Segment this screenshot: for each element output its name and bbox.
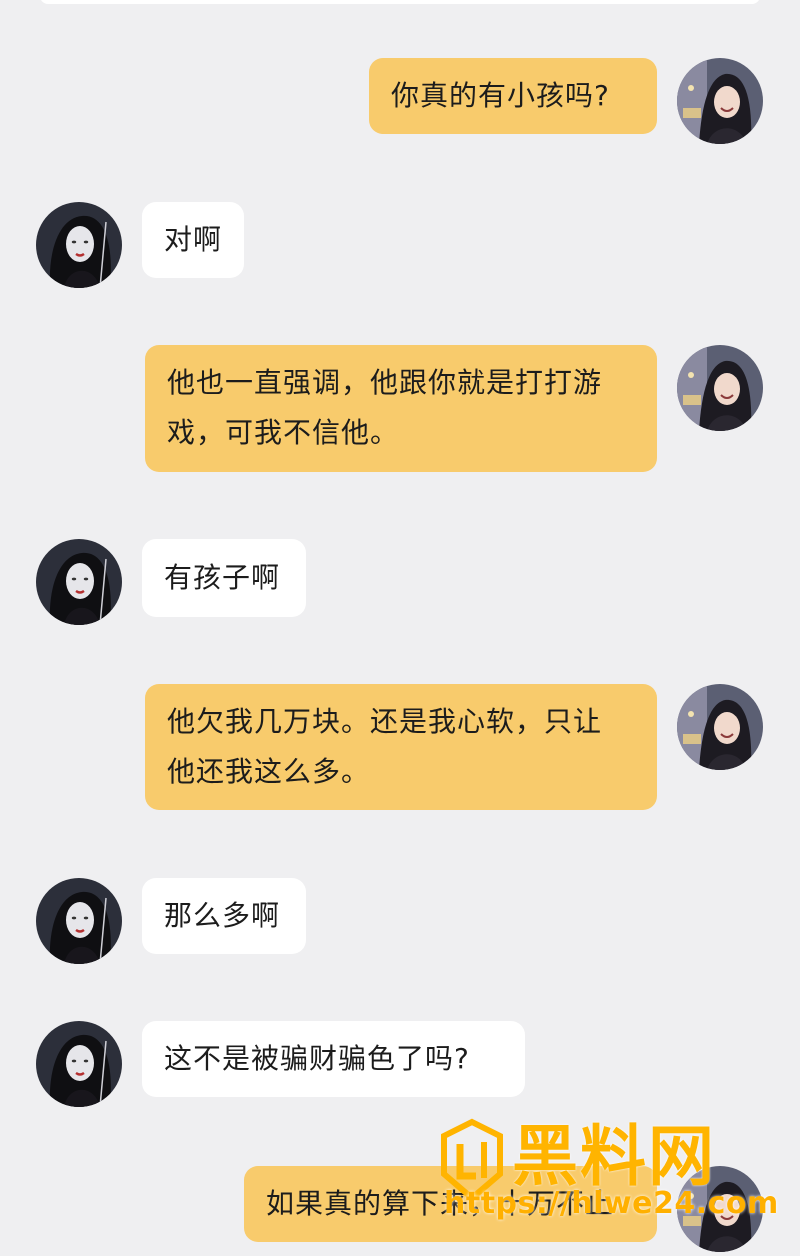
my-message-bubble[interactable]: 如果真的算下来，十万不止 <box>244 1166 657 1242</box>
contact-avatar[interactable] <box>36 878 122 964</box>
message-text-line: 那么多啊 <box>164 899 281 932</box>
message-text-line: 对啊 <box>164 223 223 256</box>
contact-message-bubble[interactable]: 有孩子啊 <box>142 539 306 617</box>
my-avatar[interactable] <box>677 684 763 770</box>
message-text-line: 戏，可我不信他。 <box>167 416 400 449</box>
message-text-line: 他欠我几万块。还是我心软，只让 <box>167 705 603 738</box>
message-text-line: 如果真的算下来，十万不止 <box>266 1187 615 1220</box>
contact-avatar[interactable] <box>36 202 122 288</box>
message-text-line: 他也一直强调，他跟你就是打打游 <box>167 366 603 399</box>
contact-avatar[interactable] <box>36 539 122 625</box>
contact-message-bubble[interactable]: 这不是被骗财骗色了吗? <box>142 1021 525 1097</box>
my-message-bubble[interactable]: 他欠我几万块。还是我心软，只让 他还我这么多。 <box>145 684 657 810</box>
message-text-line: 有孩子啊 <box>164 561 281 594</box>
my-avatar[interactable] <box>677 1166 763 1252</box>
message-text-line: 这不是被骗财骗色了吗? <box>164 1042 470 1075</box>
contact-message-bubble[interactable]: 那么多啊 <box>142 878 306 954</box>
message-text-line: 他还我这么多。 <box>167 755 371 788</box>
my-avatar[interactable] <box>677 345 763 431</box>
contact-avatar[interactable] <box>36 1021 122 1107</box>
my-message-bubble[interactable]: 他也一直强调，他跟你就是打打游 戏，可我不信他。 <box>145 345 657 472</box>
my-avatar[interactable] <box>677 58 763 144</box>
message-text-line: 你真的有小孩吗? <box>391 79 610 112</box>
previous-message-card <box>40 0 760 4</box>
my-message-bubble[interactable]: 你真的有小孩吗? <box>369 58 657 134</box>
contact-message-bubble[interactable]: 对啊 <box>142 202 244 278</box>
